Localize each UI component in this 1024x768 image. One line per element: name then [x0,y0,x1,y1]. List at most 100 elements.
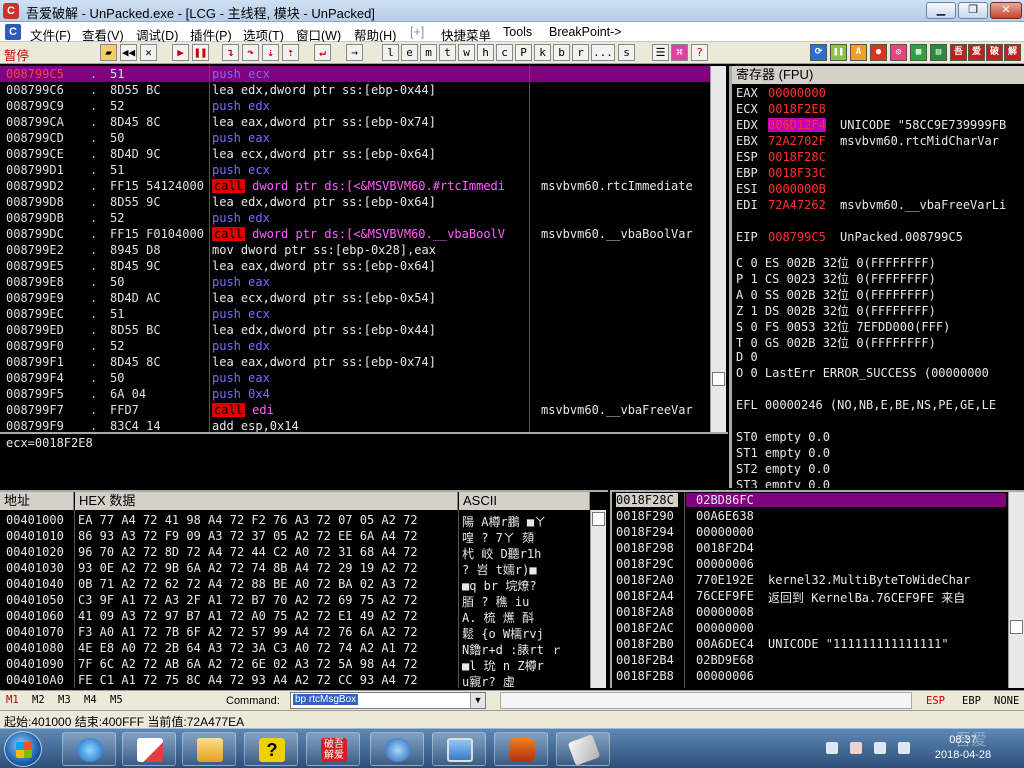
stack-scrollbar[interactable] [1008,492,1024,688]
toolbar-letter-e[interactable]: e [401,44,418,61]
step-over-icon[interactable]: ↷ [242,44,259,61]
scroll-thumb[interactable] [1010,620,1023,634]
tray-icon[interactable] [850,742,862,754]
stack-row[interactable]: 0018F2A8 00000008 [612,604,1012,620]
register-value[interactable]: 008799C5 [768,230,826,244]
cpu-window-icon[interactable]: C [5,24,21,40]
disassembly-scrollbar[interactable] [710,66,726,432]
register-value[interactable]: 00000000 [768,86,826,100]
flag-row[interactable]: S 0 FS 0053 32位 7EFDD000(FFF) [736,318,1024,334]
flag-row[interactable]: ST2 empty 0.0 [736,462,1024,478]
flag-row[interactable]: ST0 empty 0.0 [736,430,1024,446]
taskbar-network[interactable] [370,732,424,766]
disasm-row[interactable]: 008799D8. 8D55 9C lea edx,dword ptr ss:[eb… [0,194,710,210]
network-tray-icon[interactable] [874,742,886,754]
toolbar-letter-t[interactable]: t [439,44,456,61]
dump-row[interactable]: 00401070 F3 A0 A1 72 7B 6F A2 72 57 99 A4… [0,624,600,641]
dump-row[interactable]: 00401030 93 0E A2 72 9B 6A A2 72 74 8B A4… [0,560,600,577]
mark-m4[interactable]: M4 [84,694,97,706]
taskbar-notepad[interactable] [122,732,176,766]
dump-row[interactable]: 00401010 86 93 A3 72 F9 09 A3 72 37 05 A2… [0,528,600,545]
taskbar-ie[interactable] [62,732,116,766]
register-row[interactable]: ESP 0018F28C [736,150,1024,166]
disasm-row[interactable]: 008799E9. 8D4D AC lea ecx,dword ptr ss:[eb… [0,290,710,306]
mark-m5[interactable]: M5 [110,694,123,706]
toolbar-letter-s[interactable]: s [618,44,635,61]
reg-esp-button[interactable]: ESP [926,695,945,707]
stack-row[interactable]: 0018F2AC 00000000 [612,620,1012,636]
flag-row[interactable]: D 0 [736,350,1024,366]
menu-breakpoint[interactable]: BreakPoint-> [549,25,622,39]
disasm-row[interactable]: 008799E2. 8945 D8 mov dword ptr ss:[ebp-0x… [0,242,710,258]
tray-icon[interactable] [826,742,838,754]
register-row[interactable]: EDI 72A47262 msvbvm60.__vbaFreeVarLi [736,198,1024,214]
plugin-grid-icon[interactable]: ▦ [910,44,927,61]
toolbar-letter-m[interactable]: m [420,44,437,61]
menu-tools[interactable]: Tools [503,25,532,39]
stack-row[interactable]: 0018F294 00000000 [612,524,1012,540]
flag-row[interactable]: O 0 LastErr ERROR_SUCCESS (00000000 [736,366,1024,382]
open-icon[interactable]: ▰ [100,44,117,61]
toolbar-letter-b[interactable]: b [553,44,570,61]
flag-row[interactable]: EFL 00000246 (NO,NB,E,BE,NS,PE,GE,LE [736,398,1024,414]
options-icon[interactable]: ⌘ [671,44,688,61]
registers-pane[interactable]: 寄存器 (FPU) EAX 00000000 ECX 0018F2E8 EDX 006D1… [729,66,1024,488]
plugin-jie-icon[interactable]: 解 [1004,44,1021,61]
register-value[interactable]: 0018F2E8 [768,102,826,116]
flag-row[interactable]: T 0 GS 002B 32位 0(FFFFFFFF) [736,334,1024,350]
plugin-refresh-icon[interactable]: ⟳ [810,44,827,61]
disasm-row[interactable]: 008799E5. 8D45 9C lea eax,dword ptr ss:[eb… [0,258,710,274]
plugin-target-icon[interactable]: ◎ [890,44,907,61]
stack-pane[interactable]: 0018F28C 02BD86FC 0018F290 00A6E638 0018F294… [610,490,1024,688]
stack-row[interactable]: 0018F29C 00000006 [612,556,1012,572]
pause-icon[interactable]: ❚❚ [192,44,209,61]
disasm-row[interactable]: 008799C5. 51 push ecx [0,66,710,82]
toolbar-letter-w[interactable]: w [458,44,475,61]
flag-row[interactable]: Z 1 DS 002B 32位 0(FFFFFFFF) [736,302,1024,318]
stack-row[interactable]: 0018F290 00A6E638 [612,508,1012,524]
plugin-a-icon[interactable]: A [850,44,867,61]
mark-m2[interactable]: M2 [32,694,45,706]
dump-row[interactable]: 00401040 0B 71 A2 72 62 72 A4 72 88 BE A0… [0,576,600,593]
disasm-row[interactable]: 008799ED. 8D55 BC lea edx,dword ptr ss:[eb… [0,322,710,338]
dump-row[interactable]: 00401080 4E E8 A0 72 2B 64 A3 72 3A C3 A0… [0,640,600,657]
disasm-row[interactable]: 008799F1. 8D45 8C lea eax,dword ptr ss:[eb… [0,354,710,370]
register-row[interactable]: EDX 006D12F4 UNICODE "58CC9E739999FB [736,118,1024,134]
flag-row[interactable]: ST1 empty 0.0 [736,446,1024,462]
toolbar-letter-k[interactable]: k [534,44,551,61]
taskbar-disk[interactable] [556,732,610,766]
register-value[interactable]: 0018F33C [768,166,826,180]
toolbar-letter-c[interactable]: c [496,44,513,61]
scroll-thumb[interactable] [592,512,605,526]
stack-row[interactable]: 0018F2B0 00A6DEC4 UNICODE "111111111111111… [612,636,1012,652]
run-icon[interactable]: ▶ [172,44,189,61]
stack-row[interactable]: 0018F28C 02BD86FC [612,492,1012,508]
register-row[interactable]: EIP 008799C5 UnPacked.008799C5 [736,230,1024,246]
execute-till-return-icon[interactable]: ↵ [314,44,331,61]
flag-row[interactable] [736,382,1024,398]
start-button[interactable] [4,731,42,767]
disasm-row[interactable]: 008799F9. 83C4 14 add esp,0x14 [0,418,710,432]
stack-row[interactable]: 0018F2A0 770E192E kernel32.MultiByteToWide… [612,572,1012,588]
disasm-row[interactable]: 008799F7. FFD7 call edi msvbvm60.__vbaFreeV… [0,402,710,418]
trace-into-icon[interactable]: ⇣ [262,44,279,61]
list-icon[interactable]: ☰ [652,44,669,61]
maximize-button[interactable]: ❐ [958,2,988,19]
stack-row[interactable]: 0018F2B8 00000006 [612,668,1012,684]
register-value[interactable]: 0000000B [768,182,826,196]
register-value[interactable]: 006D12F4 [768,118,826,132]
register-row[interactable]: EAX 00000000 [736,86,1024,102]
disassembly-pane[interactable]: 008799C5. 51 push ecx 008799C6. 8D55 BC lea e… [0,66,728,432]
register-row[interactable]: ESI 0000000B [736,182,1024,198]
disasm-row[interactable]: 008799F5. 6A 04 push 0x4 [0,386,710,402]
command-value[interactable]: bp rtcMsgBox [293,694,359,705]
menu-plus[interactable]: [+] [410,25,424,39]
toolbar-letter-l[interactable]: l [382,44,399,61]
taskbar-help[interactable]: ? [244,732,298,766]
dump-row[interactable]: 00401020 96 70 A2 72 8D 72 A4 72 44 C2 A0… [0,544,600,561]
disasm-row[interactable]: 008799DB. 52 push edx [0,210,710,226]
disasm-row[interactable]: 008799E8. 50 push eax [0,274,710,290]
disasm-row[interactable]: 008799C6. 8D55 BC lea edx,dword ptr ss:[eb… [0,82,710,98]
stack-row[interactable]: 0018F2A4 76CEF9FE 返回到 KernelBa.76CEF9FE 来自 [612,588,1012,605]
register-value[interactable]: 72A2702F [768,134,826,148]
